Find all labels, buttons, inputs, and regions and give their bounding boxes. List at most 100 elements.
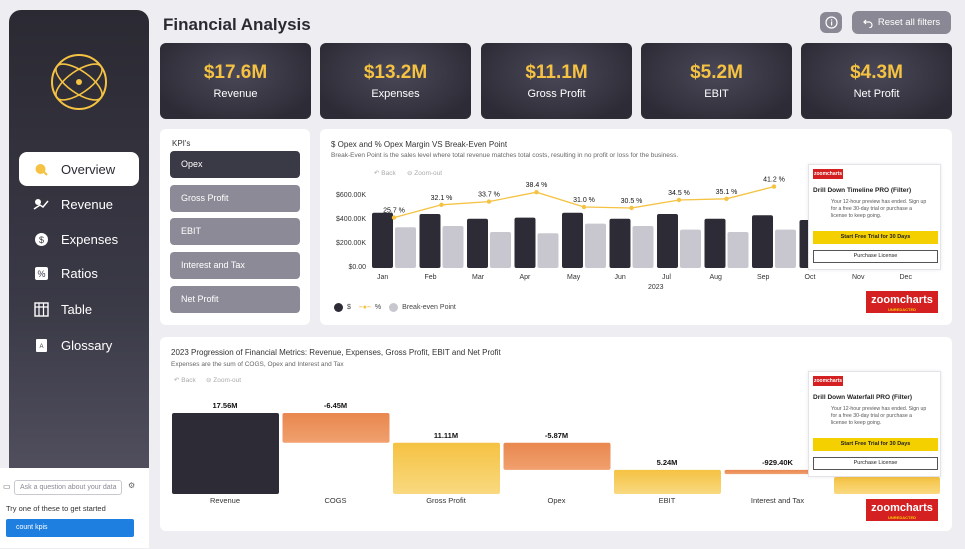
trial-overlay-timeline: zoomcharts Drill Down Timeline PRO (Filt…	[808, 164, 941, 270]
opex-margin-point[interactable]	[534, 190, 539, 195]
opex-margin-point[interactable]	[391, 215, 397, 220]
waterfall-bar[interactable]	[393, 442, 500, 494]
waterfall-bar-partial[interactable]	[834, 477, 940, 494]
legend-percent-label: %	[374, 304, 382, 311]
sidebar-item-overview[interactable]: Overview	[19, 152, 139, 186]
kpi-label: Revenue	[213, 88, 258, 100]
opex-margin-point[interactable]	[486, 199, 492, 204]
breakeven-bar[interactable]	[727, 232, 749, 268]
opex-margin-point[interactable]	[629, 205, 634, 211]
sidebar-item-label: Overview	[61, 161, 116, 177]
opex-chart-panel: $ Opex and % Opex Margin VS Break-Even P…	[320, 129, 952, 325]
qa-suggestion-button[interactable]: count kpis	[6, 519, 134, 537]
opex-margin-point[interactable]	[676, 197, 682, 203]
qa-hint: Try one of these to get started	[6, 504, 106, 513]
opex-margin-point[interactable]	[581, 204, 587, 210]
sidebar-item-ratios[interactable]: % Ratios	[19, 256, 139, 290]
opex-margin-point[interactable]	[439, 202, 444, 207]
opex-margin-label: 35.1 %	[716, 189, 738, 196]
breakeven-bar[interactable]	[775, 229, 796, 268]
kpi-label: Expenses	[371, 88, 420, 100]
sidebar-item-label: Revenue	[61, 196, 114, 212]
start-trial-button[interactable]: Start Free Trial for 30 Days	[813, 231, 938, 244]
breakeven-bar[interactable]	[680, 229, 701, 268]
breakeven-bar[interactable]	[537, 233, 559, 268]
purchase-license-button[interactable]: Purchase License	[813, 457, 938, 470]
kpi-option-net-profit[interactable]: Net Profit	[170, 286, 300, 313]
zoomcharts-logo[interactable]: zoomcharts UNREDACTED	[866, 291, 938, 313]
opex-margin-label: 25.7 %	[383, 208, 405, 215]
purchase-license-button[interactable]: Purchase License	[813, 250, 938, 263]
kpi-option-gross-profit[interactable]: Gross Profit	[170, 185, 300, 212]
waterfall-bar[interactable]	[724, 469, 810, 475]
kpi-card-gross-profit: $11.1M Gross Profit	[481, 43, 632, 119]
waterfall-bar[interactable]	[282, 413, 390, 443]
waterfall-bar[interactable]	[503, 442, 611, 470]
kpi-label: EBIT	[704, 88, 729, 100]
revenue-icon	[33, 196, 49, 212]
reset-filters-button[interactable]: Reset all filters	[852, 11, 951, 34]
x-tick-label: Aug	[710, 274, 723, 281]
x-tick-label: Jun	[615, 274, 626, 281]
kpi-selector-panel: KPI's Opex Gross Profit EBIT Interest and T…	[160, 129, 310, 325]
opex-bar[interactable]	[467, 218, 488, 268]
reset-filters-label: Reset all filters	[877, 17, 941, 28]
globe-logo-icon	[51, 54, 107, 110]
kpi-option-opex[interactable]: Opex	[170, 151, 300, 178]
breakeven-bar[interactable]	[490, 232, 511, 268]
x-tick-label: Nov	[852, 274, 865, 281]
page-title: Financial Analysis	[163, 15, 311, 34]
opex-margin-label: 31.0 %	[573, 197, 595, 204]
opex-bar[interactable]	[419, 214, 441, 268]
trial-title: Drill Down Waterfall PRO (Filter)	[813, 394, 913, 401]
sidebar-item-expenses[interactable]: $ Expenses	[19, 222, 139, 256]
sidebar-item-table[interactable]: Table	[19, 292, 139, 326]
year-label: 2023	[648, 284, 664, 291]
waterfall-value-label: 17.56M	[212, 401, 237, 410]
waterfall-category-label: Gross Profit	[426, 496, 467, 505]
overview-icon	[33, 161, 49, 177]
waterfall-value-label: 11.11M	[434, 431, 458, 440]
breakeven-bar[interactable]	[585, 223, 606, 268]
waterfall-bar[interactable]	[172, 413, 279, 494]
kpi-option-interest-and-tax[interactable]: Interest and Tax	[170, 252, 300, 279]
opex-bar[interactable]	[704, 218, 726, 268]
waterfall-value-label: -929.40K	[762, 458, 793, 467]
kpi-label: Net Profit	[853, 88, 900, 100]
kpi-card-revenue: $17.6M Revenue	[160, 43, 311, 119]
opex-margin-point[interactable]	[771, 184, 777, 189]
opex-bar[interactable]	[609, 218, 631, 268]
opex-bar[interactable]	[372, 212, 393, 268]
info-button[interactable]	[820, 12, 842, 33]
waterfall-category-label: Revenue	[210, 496, 240, 505]
opex-margin-point[interactable]	[724, 196, 729, 201]
opex-bar[interactable]	[657, 214, 678, 268]
legend-dollar-label: $	[347, 304, 351, 311]
breakeven-bar[interactable]	[395, 227, 416, 268]
opex-bar[interactable]	[562, 212, 583, 268]
waterfall-bar[interactable]	[614, 469, 721, 494]
opex-bar[interactable]	[514, 217, 536, 268]
settings-icon[interactable]: ⚙	[128, 481, 135, 490]
opex-margin-label: 33.7 %	[478, 192, 500, 199]
kpi-option-ebit[interactable]: EBIT	[170, 218, 300, 245]
waterfall-category-label: COGS	[324, 496, 346, 505]
opex-bar[interactable]	[752, 215, 773, 268]
zoomcharts-badge: zoomcharts	[813, 169, 843, 179]
breakeven-bar[interactable]	[632, 226, 654, 268]
x-tick-label: Jul	[662, 274, 671, 281]
zoomcharts-logo[interactable]: zoomcharts UNREDACTED	[866, 499, 938, 521]
legend-dollar-swatch	[334, 303, 343, 312]
legend-breakeven-swatch	[389, 303, 399, 312]
svg-text:A: A	[39, 344, 43, 350]
x-tick-label: Mar	[472, 274, 485, 281]
sidebar: Overview Revenue $ Expenses% Ratios Table A Glo…	[9, 10, 149, 542]
sidebar-item-glossary[interactable]: A Glossary	[19, 328, 139, 362]
breakeven-bar[interactable]	[442, 226, 464, 268]
x-tick-label: Dec	[900, 274, 913, 281]
start-trial-button[interactable]: Start Free Trial for 30 Days	[813, 438, 938, 451]
qa-input[interactable]: Ask a question about your data	[14, 480, 122, 495]
kpi-value: $17.6M	[203, 62, 268, 83]
sidebar-item-revenue[interactable]: Revenue	[19, 187, 139, 221]
x-tick-label: Oct	[805, 274, 816, 281]
